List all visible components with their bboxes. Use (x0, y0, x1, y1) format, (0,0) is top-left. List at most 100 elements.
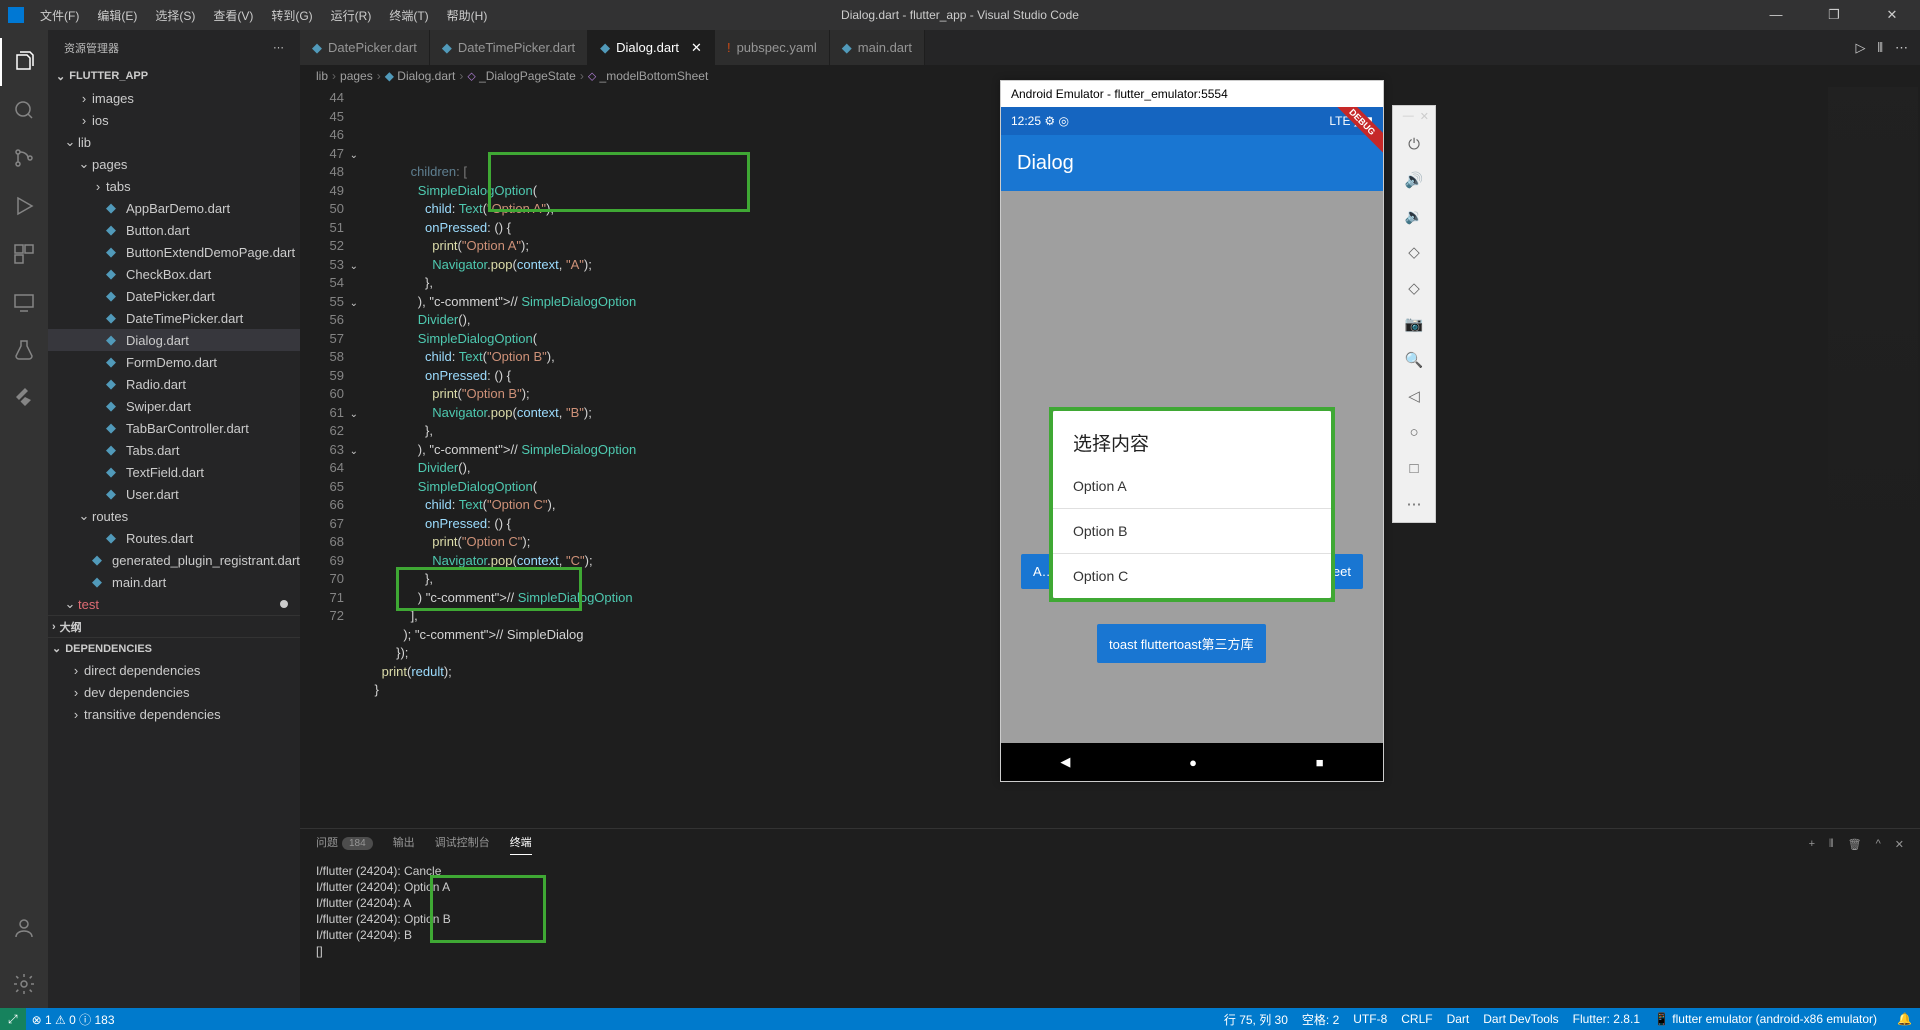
outline-section[interactable]: › 大纲 (48, 615, 300, 637)
menu-item[interactable]: 终端(T) (381, 3, 436, 28)
dialog-option[interactable]: Option A (1053, 464, 1331, 508)
split-terminal-icon[interactable]: ⫴ (1829, 838, 1834, 851)
testing-icon[interactable] (0, 326, 48, 374)
account-icon[interactable] (0, 904, 48, 952)
new-terminal-icon[interactable]: + (1809, 838, 1815, 850)
flutter-icon[interactable] (0, 374, 48, 422)
menu-item[interactable]: 运行(R) (323, 3, 380, 28)
indentation[interactable]: 空格: 2 (1302, 1011, 1339, 1028)
tree-item[interactable]: ◆main.dart (48, 571, 300, 593)
encoding[interactable]: UTF-8 (1353, 1012, 1387, 1026)
breadcrumb-item[interactable]: pages (340, 69, 373, 83)
flutter-version[interactable]: Flutter: 2.8.1 (1573, 1012, 1640, 1026)
camera-icon[interactable]: 📷 (1392, 306, 1436, 342)
button-behind[interactable]: toast fluttertoast第三方库 (1097, 624, 1266, 663)
device-selector[interactable]: 📱 flutter emulator (android-x86 emulator… (1654, 1012, 1877, 1026)
back-icon[interactable]: ◁ (1392, 378, 1436, 414)
more-icon[interactable]: ⋯ (273, 41, 284, 54)
breadcrumb-item[interactable]: ⬦ _DialogPageState (467, 69, 575, 84)
editor-tab[interactable]: ◆main.dart (830, 30, 925, 65)
tree-item[interactable]: ◆CheckBox.dart (48, 263, 300, 285)
tree-item[interactable]: ◆AppBarDemo.dart (48, 197, 300, 219)
tree-item[interactable]: ◆TextField.dart (48, 461, 300, 483)
settings-gear-icon[interactable] (0, 960, 48, 1008)
tree-item[interactable]: ⌄routes (48, 505, 300, 527)
menu-item[interactable]: 选择(S) (147, 3, 203, 28)
tree-item[interactable]: ⌄lib (48, 131, 300, 153)
dart-devtools[interactable]: Dart DevTools (1483, 1012, 1558, 1026)
close-button[interactable]: ✕ (1872, 7, 1912, 23)
tree-item[interactable]: ◆ButtonExtendDemoPage.dart (48, 241, 300, 263)
language-mode[interactable]: Dart (1447, 1012, 1470, 1026)
eol[interactable]: CRLF (1401, 1012, 1432, 1026)
tree-item[interactable]: ◆User.dart (48, 483, 300, 505)
tree-item[interactable]: ◆generated_plugin_registrant.dart (48, 549, 300, 571)
terminal-output[interactable]: I/flutter (24204): CancleI/flutter (2420… (300, 859, 1920, 1008)
dependencies-section[interactable]: ⌄ DEPENDENCIES (48, 637, 300, 659)
menu-item[interactable]: 编辑(E) (89, 3, 145, 28)
emu-close-icon[interactable]: ✕ (1420, 110, 1429, 123)
run-icon[interactable]: ▷ (1856, 40, 1866, 56)
close-icon[interactable]: ✕ (691, 40, 702, 56)
tree-item[interactable]: ›ios (48, 109, 300, 131)
dependency-item[interactable]: ›dev dependencies (48, 681, 300, 703)
tree-item[interactable]: ◆TabBarController.dart (48, 417, 300, 439)
tree-item[interactable]: ◆Tabs.dart (48, 439, 300, 461)
search-icon[interactable] (0, 86, 48, 134)
maximize-panel-icon[interactable]: ^ (1876, 838, 1881, 850)
tree-item[interactable]: ◆Swiper.dart (48, 395, 300, 417)
volume-up-icon[interactable]: 🔊 (1392, 162, 1436, 198)
rotate-right-icon[interactable]: ◇ (1392, 270, 1436, 306)
editor-tab[interactable]: ◆DatePicker.dart (300, 30, 430, 65)
back-icon[interactable]: ◀ (1060, 754, 1070, 770)
home-icon[interactable]: ○ (1392, 414, 1436, 450)
trash-icon[interactable]: 🗑 (1848, 838, 1862, 851)
menu-item[interactable]: 转到(G) (263, 3, 320, 28)
dialog-option[interactable]: Option C (1053, 554, 1331, 598)
errors-warnings[interactable]: ⊗ 1 ⚠ 0 ⓘ 183 (32, 1011, 115, 1028)
home-icon[interactable]: ● (1189, 755, 1197, 770)
overview-icon[interactable]: □ (1392, 450, 1436, 486)
tree-item[interactable]: ◆Button.dart (48, 219, 300, 241)
menu-item[interactable]: 查看(V) (205, 3, 261, 28)
split-editor-icon[interactable]: ⫴ (1878, 40, 1883, 56)
tab-problems[interactable]: 问题184 (316, 834, 373, 854)
minimap[interactable] (1828, 87, 1918, 607)
explorer-icon[interactable] (0, 38, 48, 86)
breadcrumb-item[interactable]: lib (316, 69, 328, 83)
tree-item[interactable]: ⌄pages (48, 153, 300, 175)
tree-item[interactable]: ◆Dialog.dart (48, 329, 300, 351)
volume-down-icon[interactable]: 🔉 (1392, 198, 1436, 234)
project-header[interactable]: ⌄ FLUTTER_APP (48, 65, 300, 87)
notifications-icon[interactable]: 🔔 (1897, 1012, 1912, 1026)
extensions-icon[interactable] (0, 230, 48, 278)
tab-output[interactable]: 输出 (393, 834, 415, 854)
dialog-option[interactable]: Option B (1053, 509, 1331, 553)
cursor-position[interactable]: 行 75, 列 30 (1224, 1011, 1288, 1028)
emulator-screen[interactable]: 12:25 ⚙ ◎ LTE ◢ ▮ DEBUG Dialog A… …eet t… (1001, 107, 1383, 781)
tree-item[interactable]: ◆DatePicker.dart (48, 285, 300, 307)
remote-icon[interactable] (0, 278, 48, 326)
breadcrumb-item[interactable]: ⬦ _modelBottomSheet (588, 69, 708, 84)
tree-item[interactable]: ›tabs (48, 175, 300, 197)
close-panel-icon[interactable]: ✕ (1895, 838, 1904, 851)
source-control-icon[interactable] (0, 134, 48, 182)
menu-item[interactable]: 帮助(H) (439, 3, 496, 28)
rotate-left-icon[interactable]: ◇ (1392, 234, 1436, 270)
tree-item[interactable]: ◆DateTimePicker.dart (48, 307, 300, 329)
zoom-icon[interactable]: 🔍 (1392, 342, 1436, 378)
editor-tab[interactable]: ◆Dialog.dart✕ (588, 30, 715, 65)
more-icon[interactable]: ⋯ (1392, 486, 1436, 522)
tree-item[interactable]: ›images (48, 87, 300, 109)
editor-tab[interactable]: !pubspec.yaml (715, 30, 830, 65)
dependency-item[interactable]: ›direct dependencies (48, 659, 300, 681)
remote-indicator[interactable]: ⤢ (0, 1008, 26, 1030)
tab-debug-console[interactable]: 调试控制台 (435, 834, 490, 854)
tree-item[interactable]: ◆Radio.dart (48, 373, 300, 395)
tree-item[interactable]: ◆Routes.dart (48, 527, 300, 549)
more-icon[interactable]: ⋯ (1895, 40, 1908, 56)
run-debug-icon[interactable] (0, 182, 48, 230)
power-icon[interactable]: ⏻ (1392, 126, 1436, 162)
maximize-button[interactable]: ❐ (1814, 7, 1854, 23)
dependency-item[interactable]: ›transitive dependencies (48, 703, 300, 725)
